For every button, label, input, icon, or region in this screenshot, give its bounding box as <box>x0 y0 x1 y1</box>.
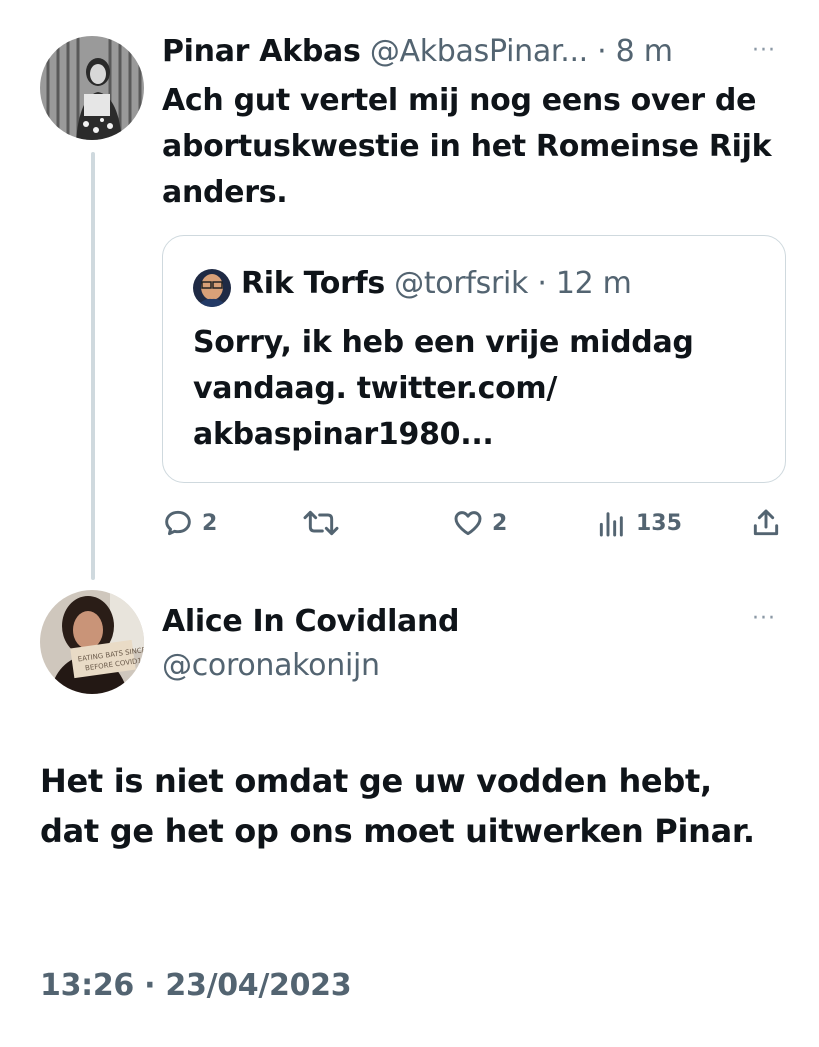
tweet2-more-icon[interactable]: ··· <box>752 606 776 631</box>
tweet1-author-name[interactable]: Pinar Akbas <box>162 34 361 69</box>
quoted-tweet-text: Sorry, ik heb een vrije middag vandaag. … <box>193 325 694 452</box>
share-icon <box>753 509 779 536</box>
quoted-author-name: Rik Torfs <box>241 266 385 301</box>
tweet1-more-icon[interactable]: ··· <box>752 38 776 63</box>
tweet1-text: Ach gut vertel mij nog eens over de abor… <box>162 83 772 210</box>
tweet1-author-handle[interactable]: @AkbasPinar... <box>370 34 588 69</box>
like-count: 2 <box>492 510 508 536</box>
tweet2-author-handle[interactable]: @coronakonijn <box>162 644 459 688</box>
quoted-time: 12 m <box>555 266 632 301</box>
tweet1-separator: · <box>597 34 607 69</box>
alice-avatar[interactable]: EATING BATS SINCE BEFORE COVID19 <box>40 590 144 694</box>
tweet2-time: 13:26 <box>40 968 134 1003</box>
quoted-tweet-card[interactable]: Rik Torfs @torfsrik · 12 m Sorry, ik heb… <box>162 235 786 483</box>
tweet1-time[interactable]: 8 m <box>616 34 673 69</box>
like-action[interactable]: 2 <box>452 505 507 541</box>
quoted-author-handle: @torfsrik <box>394 266 529 301</box>
tweet1-header: Pinar Akbas @AkbasPinar... · 8 m <box>162 34 673 69</box>
pinar-avatar[interactable] <box>40 36 144 140</box>
quoted-separator: · <box>537 266 547 301</box>
thread-line <box>91 152 95 580</box>
retweet-icon <box>303 510 339 536</box>
tweet2-timestamp[interactable]: 13:26 · 23/04/2023 <box>40 968 352 1003</box>
retweet-action[interactable] <box>302 505 340 541</box>
tweet2-date: 23/04/2023 <box>165 968 352 1003</box>
tweet2-author-name[interactable]: Alice In Covidland <box>162 600 460 644</box>
views-count: 135 <box>636 510 682 536</box>
tweet2-separator: · <box>144 968 156 1003</box>
quoted-tweet-header: Rik Torfs @torfsrik · 12 m <box>241 266 632 301</box>
tweet2-header: Alice In Covidland @coronakonijn <box>162 600 460 688</box>
reply-count: 2 <box>202 510 218 536</box>
reply-action[interactable]: 2 <box>162 505 217 541</box>
tweet2-text: Het is niet omdat ge uw vodden hebt, dat… <box>40 762 755 850</box>
share-action[interactable] <box>750 505 782 541</box>
views-icon <box>599 512 623 537</box>
views-action[interactable]: 135 <box>596 505 682 541</box>
reply-icon <box>165 510 191 536</box>
rik-avatar <box>193 269 231 307</box>
like-icon <box>454 511 482 536</box>
